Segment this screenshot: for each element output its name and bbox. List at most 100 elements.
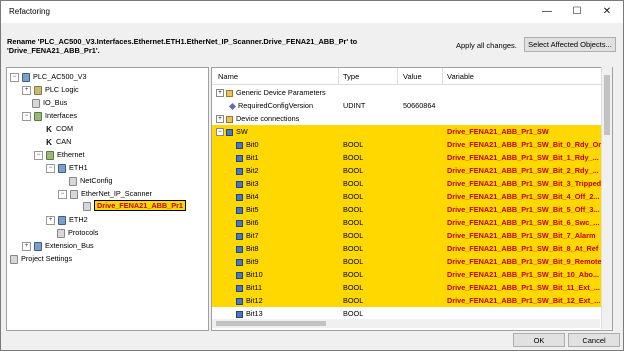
expand-icon[interactable]: + (22, 85, 31, 95)
cell-variable[interactable]: Drive_FENA21_ABB_Pr1_SW_Bit_7_Alarm (447, 229, 612, 242)
cell-variable[interactable]: Drive_FENA21_ABB_Pr1_SW_Bit_6_Swc_... (447, 216, 612, 229)
tree-item-ethernet-ip-scanner[interactable]: − EtherNet_IP_Scanner (58, 188, 152, 200)
table-row[interactable]: Bit2 BOOL Drive_FENA21_ABB_Pr1_SW_Bit_2_Rd… (212, 164, 612, 177)
table-row[interactable]: Bit1 BOOL Drive_FENA21_ABB_Pr1_SW_Bit_1_Rd… (212, 151, 612, 164)
device-tree[interactable]: − PLC_AC500_V3 + PLC Logic IO_Bus − Interfa… (6, 67, 209, 331)
table-row[interactable]: Bit5 BOOL Drive_FENA21_ABB_Pr1_SW_Bit_5_Of… (212, 203, 612, 216)
cell-name: − SW (216, 125, 336, 138)
cell-variable[interactable]: Drive_FENA21_ABB_Pr1_SW (447, 125, 612, 138)
table-row[interactable]: Bit3 BOOL Drive_FENA21_ABB_Pr1_SW_Bit_3_Tr… (212, 177, 612, 190)
collapse-icon[interactable]: − (216, 128, 224, 137)
tree-item-extension-bus[interactable]: + Extension_Bus (22, 240, 94, 252)
io-channel-icon (236, 258, 243, 266)
cell-variable[interactable]: Drive_FENA21_ABB_Pr1_SW_Bit_12_Ext_... (447, 294, 612, 307)
tree-item-drive-fena21[interactable]: Drive_FENA21_ABB_Pr1 (83, 200, 186, 212)
maximize-icon[interactable]: ☐ (563, 4, 591, 20)
table-row[interactable]: Bit7 BOOL Drive_FENA21_ABB_Pr1_SW_Bit_7_Al… (212, 229, 612, 242)
table-row[interactable]: − SW Drive_FENA21_ABB_Pr1_SW (212, 125, 612, 138)
cell-variable[interactable]: Drive_FENA21_ABB_Pr1_SW_Bit_2_Rdy_... (447, 164, 612, 177)
protocols-icon (57, 228, 65, 238)
tree-label: COM (56, 124, 74, 133)
tree-label: ETH1 (69, 163, 88, 172)
com-icon: K (46, 124, 52, 134)
minimize-icon[interactable]: — (533, 4, 561, 20)
tree-item-project-settings[interactable]: Project Settings (10, 253, 72, 265)
column-header-name[interactable]: Name (218, 72, 238, 81)
column-divider[interactable] (397, 68, 398, 84)
scrollbar-thumb[interactable] (604, 75, 610, 135)
scrollbar-thumb[interactable] (216, 321, 326, 326)
table-row[interactable]: Bit12 BOOL Drive_FENA21_ABB_Pr1_SW_Bit_12_… (212, 294, 612, 307)
cell-name: Bit8 (236, 242, 336, 255)
tree-item-eth2[interactable]: + ETH2 (46, 214, 88, 226)
expand-icon[interactable]: + (22, 241, 31, 251)
cell-variable[interactable]: Drive_FENA21_ABB_Pr1_SW_Bit_0_Rdy_On (447, 138, 612, 151)
collapse-icon[interactable]: − (10, 72, 19, 82)
cell-variable[interactable]: Drive_FENA21_ABB_Pr1_SW_Bit_8_At_Ref (447, 242, 612, 255)
column-header-type[interactable]: Type (343, 72, 359, 81)
table-row[interactable]: Bit11 BOOL Drive_FENA21_ABB_Pr1_SW_Bit_11_… (212, 281, 612, 294)
collapse-icon[interactable]: − (46, 163, 55, 173)
cell-variable[interactable]: Drive_FENA21_ABB_Pr1_SW_Bit_1_Rdy_... (447, 151, 612, 164)
column-divider[interactable] (442, 68, 443, 84)
column-divider[interactable] (338, 68, 339, 84)
table-row[interactable]: Bit8 BOOL Drive_FENA21_ABB_Pr1_SW_Bit_8_At… (212, 242, 612, 255)
table-row[interactable]: Bit0 BOOL Drive_FENA21_ABB_Pr1_SW_Bit_0_Rd… (212, 138, 612, 151)
tree-item-plc[interactable]: − PLC_AC500_V3 (10, 71, 87, 83)
tree-label: Protocols (68, 228, 99, 237)
scanner-icon (70, 189, 78, 199)
io-channel-icon (236, 271, 243, 279)
row-name-text: Bit11 (246, 283, 263, 292)
table-row[interactable]: Bit6 BOOL Drive_FENA21_ABB_Pr1_SW_Bit_6_Sw… (212, 216, 612, 229)
row-name-text: Generic Device Parameters (236, 88, 326, 97)
cell-variable[interactable]: Drive_FENA21_ABB_Pr1_SW_Bit_4_Off_2... (447, 190, 612, 203)
refactoring-dialog: Refactoring — ☐ ✕ Rename 'PLC_AC500_V3.I… (0, 0, 624, 351)
cell-variable[interactable]: Drive_FENA21_ABB_Pr1_SW_Bit_3_Tripped (447, 177, 612, 190)
expand-icon[interactable]: + (216, 89, 224, 98)
cell-variable[interactable]: Drive_FENA21_ABB_Pr1_SW_Bit_5_Off_3... (447, 203, 612, 216)
config-icon (69, 176, 77, 186)
column-header-variable[interactable]: Variable (447, 72, 474, 81)
ok-button[interactable]: OK (513, 333, 565, 347)
parameter-icon (228, 102, 237, 110)
expand-icon[interactable]: + (216, 115, 224, 124)
horizontal-scrollbar[interactable] (212, 319, 600, 328)
settings-icon (10, 254, 18, 264)
table-row[interactable]: RequiredConfigVersion UDINT 50660864 (212, 99, 612, 112)
tree-item-can[interactable]: K CAN (45, 136, 71, 148)
select-affected-objects-button[interactable]: Select Affected Objects... (524, 37, 616, 52)
cell-variable[interactable]: Drive_FENA21_ABB_Pr1_SW_Bit_11_Ext_... (447, 281, 612, 294)
tree-item-netconfig[interactable]: NetConfig (69, 175, 112, 187)
io-channel-icon (236, 219, 243, 227)
rename-line-2: 'Drive_FENA21_ABB_Pr1'. (7, 46, 100, 55)
tree-item-eth1[interactable]: − ETH1 (46, 162, 88, 174)
io-channel-icon (236, 206, 243, 214)
table-row[interactable]: Bit10 BOOL Drive_FENA21_ABB_Pr1_SW_Bit_10_… (212, 268, 612, 281)
cell-type: BOOL (343, 218, 364, 227)
tree-item-io-bus[interactable]: IO_Bus (32, 97, 67, 109)
tree-item-com[interactable]: K COM (45, 123, 73, 135)
tree-item-interfaces[interactable]: − Interfaces (22, 110, 77, 122)
vertical-scrollbar[interactable] (601, 67, 612, 329)
io-mapping-grid[interactable]: Name Type Value Variable + Generic Device… (211, 67, 613, 331)
tree-item-plc-logic[interactable]: + PLC Logic (22, 84, 79, 96)
column-header-value[interactable]: Value (403, 72, 422, 81)
table-row[interactable]: Bit9 BOOL Drive_FENA21_ABB_Pr1_SW_Bit_9_Re… (212, 255, 612, 268)
cancel-button[interactable]: Cancel (568, 333, 620, 347)
collapse-icon[interactable]: − (34, 150, 43, 160)
table-row[interactable]: + Generic Device Parameters (212, 86, 612, 99)
table-row[interactable]: Bit4 BOOL Drive_FENA21_ABB_Pr1_SW_Bit_4_Of… (212, 190, 612, 203)
collapse-icon[interactable]: − (22, 111, 31, 121)
cell-name: Bit9 (236, 255, 336, 268)
collapse-icon[interactable]: − (58, 189, 67, 199)
tree-item-protocols[interactable]: Protocols (57, 227, 98, 239)
tree-item-ethernet[interactable]: − Ethernet (34, 149, 85, 161)
cell-variable[interactable]: Drive_FENA21_ABB_Pr1_SW_Bit_9_Remote (447, 255, 612, 268)
close-icon[interactable]: ✕ (593, 4, 621, 20)
io-channel-icon (236, 141, 243, 149)
table-row[interactable]: + Device connections (212, 112, 612, 125)
drive-icon (83, 201, 91, 211)
expand-icon[interactable]: + (46, 215, 55, 225)
cell-variable[interactable]: Drive_FENA21_ABB_Pr1_SW_Bit_10_Abo... (447, 268, 612, 281)
io-channel-icon (236, 245, 243, 253)
